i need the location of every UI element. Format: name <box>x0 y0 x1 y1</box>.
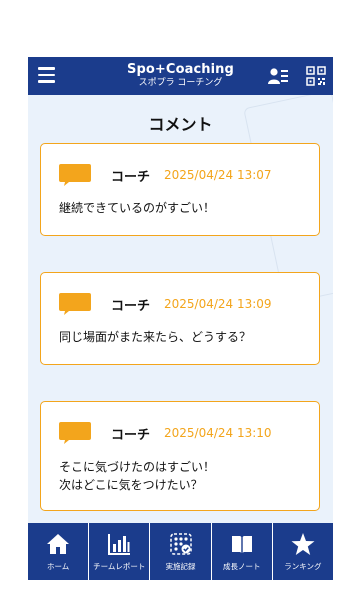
app-subtitle: スポプラ コーチング <box>138 78 223 88</box>
speech-bubble-icon <box>59 293 91 315</box>
hamburger-menu-icon[interactable] <box>38 67 55 83</box>
comment-line: そこに気づけたのはすごい！ <box>59 460 216 474</box>
speech-bubble-icon <box>59 422 91 444</box>
comment-author: コーチ <box>111 428 151 443</box>
comment-card: コーチ 2025/04/24 13:07 継続できているのがすごい！ <box>40 143 320 236</box>
comment-line: 同じ場面がまた来たら、どうする？ <box>59 330 252 344</box>
comment-text: そこに気づけたのはすごい！ 次はどこに気をつけたい？ <box>59 458 215 494</box>
nav-label: 実施記録 <box>165 562 196 571</box>
nav-item-ranking[interactable]: ランキング <box>273 523 333 580</box>
speech-bubble-icon <box>59 164 91 186</box>
calendar-check-icon <box>169 533 192 555</box>
user-list-icon[interactable] <box>268 67 288 85</box>
bar-chart-icon <box>108 534 131 555</box>
comment-timestamp: 2025/04/24 13:09 <box>164 297 272 311</box>
star-icon <box>291 533 315 555</box>
comment-author: コーチ <box>111 170 151 185</box>
nav-item-team-report[interactable]: チームレポート <box>89 523 151 580</box>
comment-text: 継続できているのがすごい！ <box>59 199 215 217</box>
page-title: コメント <box>148 115 213 134</box>
nav-item-records[interactable]: 実施記録 <box>150 523 212 580</box>
nav-label: ホーム <box>46 562 70 571</box>
comment-line: 継続できているのがすごい！ <box>59 201 216 215</box>
nav-label: 成長ノート <box>222 562 261 571</box>
nav-item-growth-note[interactable]: 成長ノート <box>212 523 273 580</box>
comment-card: コーチ 2025/04/24 13:10 そこに気づけたのはすごい！ 次はどこに… <box>40 401 320 511</box>
home-icon <box>47 534 70 554</box>
comment-timestamp: 2025/04/24 13:07 <box>164 168 272 182</box>
app-title: Spo+Coaching <box>127 62 234 77</box>
nav-label: ランキング <box>284 562 322 571</box>
comment-timestamp: 2025/04/24 13:10 <box>164 426 272 440</box>
comment-card: コーチ 2025/04/24 13:09 同じ場面がまた来たら、どうする？ <box>40 272 320 365</box>
comment-text: 同じ場面がまた来たら、どうする？ <box>59 328 251 346</box>
app-header: Spo+Coaching スポプラ コーチング <box>28 57 333 95</box>
qr-code-icon[interactable] <box>306 66 326 86</box>
bottom-nav: ホーム チームレポート 実施記録 成長ノート ランキング <box>28 523 333 580</box>
nav-item-home[interactable]: ホーム <box>28 523 90 580</box>
app-title-block: Spo+Coaching スポプラ コーチング <box>88 62 273 89</box>
comment-line: 次はどこに気をつけたい？ <box>59 478 203 492</box>
nav-label: チームレポート <box>93 562 146 571</box>
app-screen: Spo+Coaching スポプラ コーチング コメント コーチ 2025/04… <box>28 57 333 580</box>
comment-author: コーチ <box>111 299 151 314</box>
notebook-icon <box>231 536 252 553</box>
